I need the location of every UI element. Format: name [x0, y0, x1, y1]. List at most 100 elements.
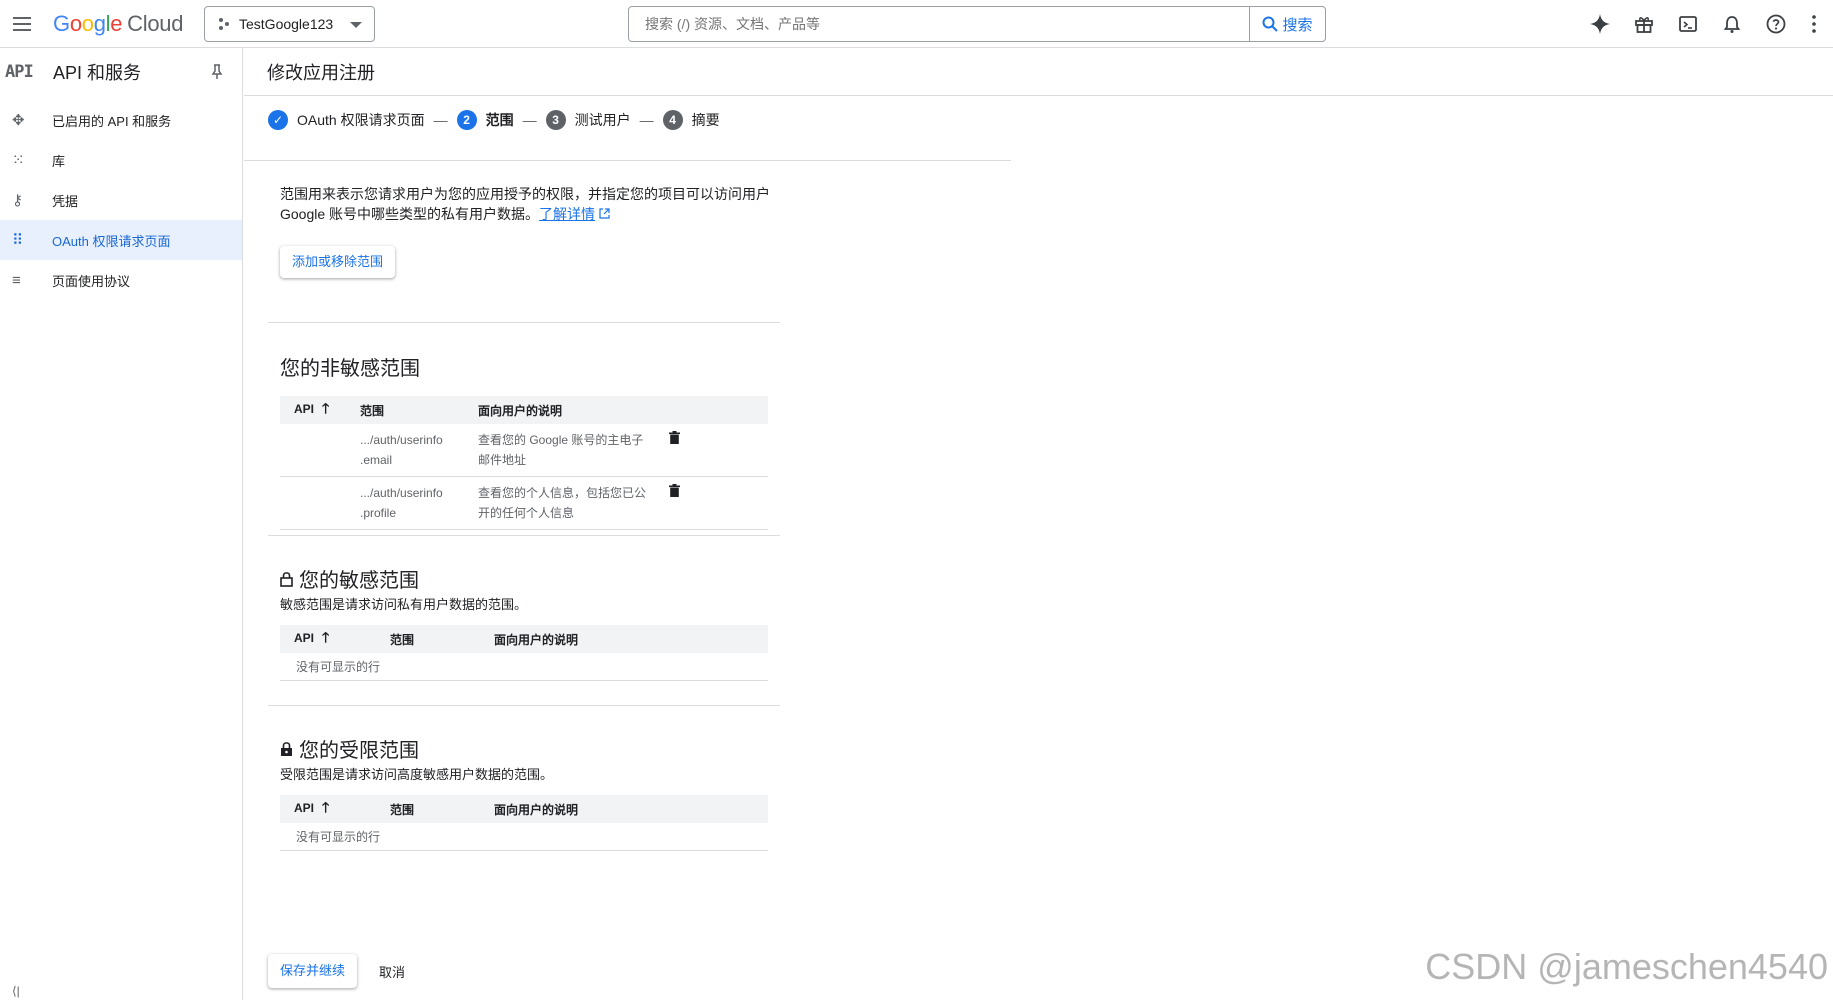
table-header: API 🡑 范围 面向用户的说明 [280, 625, 768, 653]
restricted-title-text: 您的受限范围 [299, 740, 419, 762]
search-bar: 搜索 [628, 6, 1326, 42]
consent-icon: ⠿ [12, 232, 23, 249]
project-dots-icon [219, 18, 229, 30]
delete-icon[interactable] [666, 483, 682, 523]
col-desc-header: 面向用户的说明 [494, 802, 579, 817]
sidebar-item-label: 已启用的 API 和服务 [52, 113, 172, 129]
sensitive-title-text: 您的敏感范围 [299, 570, 419, 592]
pin-icon[interactable] [210, 64, 224, 80]
col-api-header[interactable]: API 🡑 [280, 627, 390, 651]
desc-line: 开的任何个人信息 [478, 506, 575, 520]
api-logo: API [5, 62, 34, 82]
delete-icon[interactable] [666, 430, 682, 470]
col-scope-header: 范围 [390, 802, 415, 817]
form-actions: 保存并继续 取消 [268, 954, 405, 988]
cell-api [280, 483, 360, 523]
sidebar-header: API API 和服务 [0, 48, 242, 96]
logo-letter: g [93, 11, 106, 36]
scopes-intro: 范围用来表示您请求用户为您的应用授予的权限，并指定您的项目可以访问用户 Goog… [280, 184, 780, 278]
save-continue-button[interactable]: 保存并继续 [268, 954, 358, 988]
table-row: .../auth/userinfo .profile 查看您的个人信息，包括您已… [280, 477, 768, 530]
sensitive-title: 您的敏感范围 [280, 564, 419, 593]
col-desc-header: 面向用户的说明 [478, 403, 563, 418]
top-icons [1589, 0, 1833, 48]
gemini-icon[interactable] [1589, 13, 1611, 35]
step-check-icon: ✓ [268, 110, 288, 130]
step-separator: — [639, 112, 654, 128]
collapse-sidebar-icon[interactable]: ⟨| [12, 984, 20, 998]
menu-icon[interactable] [10, 12, 34, 36]
col-desc-header: 面向用户的说明 [494, 632, 579, 647]
empty-row: 没有可显示的行 [280, 823, 768, 851]
logo-letter: e [110, 11, 123, 36]
search-icon [1262, 16, 1279, 32]
external-link-icon [599, 208, 610, 219]
cell-scope: .../auth/userinfo .email [360, 430, 478, 470]
sidebar-item-label: 凭据 [52, 193, 79, 209]
table-header: API 🡑 范围 面向用户的说明 [280, 795, 768, 823]
col-api-header[interactable]: API 🡑 [280, 398, 360, 422]
sidebar-item-page-usage-agreements[interactable]: ≡ 页面使用协议 [0, 260, 242, 300]
restricted-description: 受限范围是请求访问高度敏感用户数据的范围。 [280, 767, 554, 782]
search-input[interactable] [629, 7, 1249, 41]
step-2-label[interactable]: 范围 [486, 110, 514, 130]
learn-more-link[interactable]: 了解详情 [539, 206, 595, 222]
cancel-button[interactable]: 取消 [379, 962, 405, 981]
restricted-table: API 🡑 范围 面向用户的说明 没有可显示的行 [280, 795, 768, 851]
table-row: .../auth/userinfo .email 查看您的 Google 账号的… [280, 424, 768, 477]
main-content: 修改应用注册 ✓ OAuth 权限请求页面 — 2 范围 — 3 测试用户 — … [244, 48, 1833, 1000]
col-api-label: API [294, 631, 315, 645]
sidebar-item-library[interactable]: ⁙ 库 [0, 140, 242, 180]
sidebar-item-oauth-consent[interactable]: ⠿ OAuth 权限请求页面 [0, 220, 242, 260]
more-vert-icon[interactable] [1809, 13, 1819, 35]
sidebar-item-label: 页面使用协议 [52, 273, 131, 289]
chevron-down-icon [350, 22, 362, 28]
project-name: TestGoogle123 [239, 16, 334, 32]
step-3-label[interactable]: 测试用户 [575, 110, 631, 130]
table-header: API 🡑 范围 面向用户的说明 [280, 396, 768, 424]
scopes-description: 范围用来表示您请求用户为您的应用授予的权限，并指定您的项目可以访问用户 Goog… [280, 184, 780, 224]
col-api-label: API [294, 402, 315, 416]
sort-arrow-up-icon: 🡑 [322, 629, 330, 645]
google-cloud-logo[interactable]: Google Cloud [53, 11, 183, 37]
sensitive-description: 敏感范围是请求访问私有用户数据的范围。 [280, 597, 528, 612]
step-1-label[interactable]: OAuth 权限请求页面 [297, 110, 425, 130]
enabled-apis-icon: ✥ [12, 112, 25, 129]
step-4-number: 4 [662, 110, 683, 130]
scope-line: .../auth/userinfo [360, 433, 443, 447]
lock-icon [281, 741, 292, 756]
terminal-icon[interactable] [1677, 13, 1699, 35]
step-4-label[interactable]: 摘要 [692, 110, 720, 130]
nonsensitive-title-text: 您的非敏感范围 [280, 358, 420, 380]
help-icon[interactable] [1765, 13, 1787, 35]
project-picker[interactable]: TestGoogle123 [204, 6, 375, 42]
nonsensitive-table: API 🡑 范围 面向用户的说明 .../auth/userinfo .email… [280, 396, 768, 530]
search-button-label: 搜索 [1282, 16, 1313, 34]
top-bar: Google Cloud TestGoogle123 搜索 [0, 0, 1833, 48]
sidebar-item-enabled-apis[interactable]: ✥ 已启用的 API 和服务 [0, 100, 242, 140]
add-remove-scopes-button[interactable]: 添加或移除范围 [280, 246, 396, 278]
sidebar-title: API 和服务 [53, 63, 142, 83]
step-2-number: 2 [456, 110, 477, 130]
section-divider [268, 705, 780, 706]
sort-arrow-up-icon: 🡑 [322, 400, 330, 416]
page-title: 修改应用注册 [244, 48, 1833, 96]
step-3-number: 3 [545, 110, 566, 130]
search-button[interactable]: 搜索 [1249, 7, 1325, 41]
stepper: ✓ OAuth 权限请求页面 — 2 范围 — 3 测试用户 — 4 摘要 [268, 110, 720, 130]
col-api-header[interactable]: API 🡑 [280, 797, 390, 821]
sidebar-item-label: OAuth 权限请求页面 [52, 233, 171, 249]
gift-icon[interactable] [1633, 13, 1655, 35]
logo-letter: G [53, 11, 70, 36]
scopes-description-text: 范围用来表示您请求用户为您的应用授予的权限，并指定您的项目可以访问用户 Goog… [280, 186, 770, 222]
cell-desc: 查看您的个人信息，包括您已公 开的任何个人信息 [478, 483, 666, 523]
sidebar: API API 和服务 ✥ 已启用的 API 和服务 ⁙ 库 ⚷ 凭据 ⠿ OA… [0, 48, 243, 1000]
bell-icon[interactable] [1721, 13, 1743, 35]
sidebar-item-label: 库 [52, 153, 66, 169]
scope-line: .email [360, 453, 393, 467]
sort-arrow-up-icon: 🡑 [322, 799, 330, 815]
section-divider [268, 535, 780, 536]
sidebar-item-credentials[interactable]: ⚷ 凭据 [0, 180, 242, 220]
step-separator: — [522, 112, 537, 128]
section-divider [268, 322, 780, 323]
